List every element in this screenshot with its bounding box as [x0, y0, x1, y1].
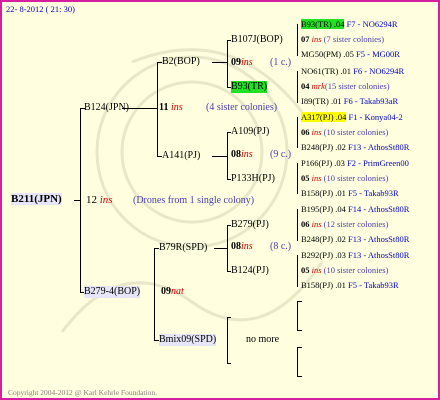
- g4-row-2: 07 ins (7 sister colonies): [301, 34, 385, 44]
- g4-row-15: B248(PJ) .02 F13 - AthosSt80R: [301, 234, 410, 244]
- g4-row-11: 05 ins (10 sister colonies): [301, 173, 389, 183]
- g4-row-17: 05 ins (10 sister colonies): [301, 265, 389, 275]
- g2-c-year: 08ins: [231, 241, 253, 252]
- g4-row-6: I89(TR) .01 F6 - Takab93aR: [301, 96, 399, 106]
- g2-b-year: 08ins: [231, 149, 253, 160]
- g4-row-1: B93(TR) .04 F7 - NO6294R: [301, 19, 398, 29]
- g3-4[interactable]: P133H(PJ): [231, 173, 275, 185]
- g4-row-12: B158(PJ) .01 F5 - Takab93R: [301, 188, 399, 198]
- dam-queen[interactable]: B279-4(BOP): [84, 286, 141, 298]
- g3-5[interactable]: B279(PJ): [231, 219, 269, 231]
- copyright: Copyright 2004-2012 @ Karl Kehrle Founda…: [8, 388, 157, 397]
- g2-c-sisters: (8 c.): [270, 241, 292, 252]
- g2-b[interactable]: A141(PJ): [162, 150, 200, 162]
- g2-d-note: no more: [246, 334, 280, 345]
- header-date: 22- 8-2012 ( 21: 30): [6, 4, 75, 14]
- g4-row-5: 04 mrk(15 sister colonies): [301, 81, 390, 91]
- g4-row-10: P166(PJ) .03 F2 - PrimGreen00: [301, 158, 409, 168]
- sire-year-info: 11 ins: [159, 102, 183, 113]
- g4-row-14: 06 ins (12 sister colonies): [301, 219, 389, 229]
- g2-b-sisters: (9 c.): [270, 149, 292, 160]
- g4-row-7: A317(PJ) .04 F1 - Konya04-2: [301, 112, 403, 122]
- root-drones: (Drones from 1 single colony): [133, 195, 255, 206]
- root-queen[interactable]: B211(JPN): [11, 193, 62, 205]
- g2-a[interactable]: B2(BOP): [162, 56, 200, 68]
- g4-row-9: B248(PJ) .02 F13 - AthosSt80R: [301, 142, 410, 152]
- root-year-info: 12 ins: [86, 194, 113, 206]
- g4-row-8: 06 ins (10 sister colonies): [301, 127, 389, 137]
- g3-6[interactable]: B124(PJ): [231, 265, 269, 277]
- g2-a-year: 09ins: [231, 57, 253, 68]
- g4-row-4: NO61(TR) .01 F6 - NO6294R: [301, 66, 405, 76]
- g3-1[interactable]: B107J(BOP): [231, 34, 283, 46]
- dam-year-info: 09nat: [161, 286, 184, 297]
- sire-sisters: (4 sister colonies): [206, 102, 278, 113]
- g2-a-sisters: (1 c.): [270, 57, 292, 68]
- g2-c[interactable]: B79R(SPD): [159, 242, 207, 254]
- g4-row-18: B158(PJ) .01 F5 - Takab93R: [301, 280, 399, 290]
- g4-row-13: B195(PJ) .04 F14 - AthosSt80R: [301, 204, 410, 214]
- g4-row-16: B292(PJ) .03 F13 - AthosSt80R: [301, 250, 410, 260]
- g3-2[interactable]: B93(TR): [231, 81, 268, 93]
- g2-d[interactable]: Bmix09(SPD): [159, 334, 217, 346]
- g4-row-3: MG50(PM) .05 F5 - MG00R: [301, 49, 400, 59]
- pedigree-frame: 22- 8-2012 ( 21: 30) B211(JPN) 12 ins (D…: [0, 0, 440, 400]
- g3-3[interactable]: A109(PJ): [231, 126, 269, 138]
